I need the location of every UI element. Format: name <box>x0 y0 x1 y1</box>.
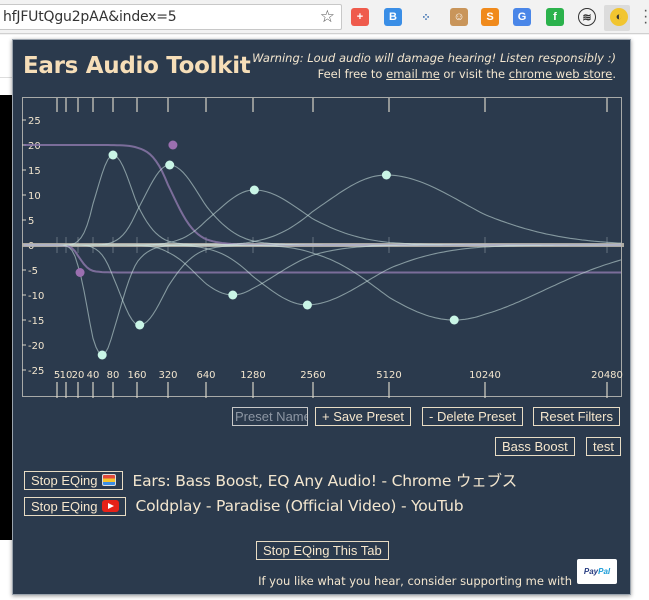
filter-handle-7[interactable] <box>249 185 259 195</box>
filter-curve-1 <box>24 244 621 274</box>
filter-curve-6 <box>24 244 621 296</box>
address-bar[interactable]: hfJFUtQgu2pAA&index=5 ☆ <box>0 4 342 30</box>
contact-line: Feel free to email me or visit the chrom… <box>252 66 616 82</box>
paypal-button[interactable]: Pay Pal <box>577 559 617 584</box>
ears-popup: Ears Audio Toolkit Warning: Loud audio w… <box>12 39 631 595</box>
chrome-web-store-link[interactable]: chrome web store <box>509 67 613 81</box>
browser-toolbar: hfJFUtQgu2pAA&index=5 ☆ + B ⁘ ☺ S Gf ≋ ◐ · · · <box>0 0 649 34</box>
filter-handle-9[interactable] <box>381 170 391 180</box>
y-tick-label: -25 <box>28 366 44 377</box>
stop-eqing-tab-button[interactable]: Stop EQing <box>24 496 126 516</box>
stop-eqing-label: Stop EQing <box>31 472 98 488</box>
x-tick-label: 20480 <box>591 370 623 381</box>
paypal-logo-pal: Pal <box>598 567 611 576</box>
x-tick-label: 2560 <box>300 370 325 381</box>
y-tick-label: 15 <box>28 166 41 177</box>
stop-eqing-tab-button[interactable]: Stop EQing <box>24 470 123 490</box>
filter-handle-2[interactable] <box>97 350 107 360</box>
x-tick-label: 40 <box>87 370 100 381</box>
y-tick-label: -5 <box>28 266 38 277</box>
filter-handle-1[interactable] <box>75 268 85 277</box>
filter-handle-3[interactable] <box>108 150 118 160</box>
y-tick-label: 10 <box>28 191 41 202</box>
y-tick-label: 20 <box>28 141 41 152</box>
x-tick-label: 10240 <box>469 370 501 381</box>
filter-curve-4 <box>24 244 621 326</box>
preset-test-button[interactable]: test <box>586 437 621 456</box>
youtube-favicon-icon <box>101 500 119 512</box>
warning-block: Warning: Loud audio will damage hearing!… <box>252 50 616 82</box>
feel-free-text: Feel free to <box>317 67 387 81</box>
eq-tab-row: Stop EQing Ears: Bass Boost, EQ Any Audi… <box>24 470 517 490</box>
bl-extension-icon[interactable]: B <box>384 8 402 26</box>
x-tick-label: 20 <box>72 370 85 381</box>
email-link[interactable]: email me <box>386 67 440 81</box>
x-tick-label: 1280 <box>240 370 265 381</box>
swirl-extension-icon[interactable]: S <box>481 8 499 26</box>
y-tick-label: 25 <box>28 116 41 127</box>
star-outline-icon[interactable]: ☆ <box>320 7 335 27</box>
app-title: Ears Audio Toolkit <box>23 53 251 79</box>
suffix-text: . <box>612 67 616 81</box>
paypal-logo-pay: Pay <box>583 567 599 576</box>
warning-text: Warning: Loud audio will damage hearing!… <box>252 51 616 65</box>
reset-filters-button[interactable]: Reset Filters <box>533 407 620 426</box>
y-tick-label: -15 <box>28 316 44 327</box>
wave-extension-icon[interactable]: ≋ <box>578 8 596 26</box>
support-text: If you like what you hear, consider supp… <box>258 574 572 588</box>
filter-handle-6[interactable] <box>228 290 238 300</box>
x-tick-label: 160 <box>127 370 146 381</box>
eq-graph[interactable]: 5 10 20 40 80 160 320 640 1280 2560 5120 10240 20480… <box>22 97 624 399</box>
filter-curve-9 <box>24 174 622 246</box>
preset-bass-boost-button[interactable]: Bass Boost <box>495 437 575 456</box>
y-tick-label: -10 <box>28 291 44 302</box>
save-preset-button[interactable]: + Save Preset <box>315 407 412 426</box>
x-tick-label: 320 <box>158 370 177 381</box>
delete-preset-button[interactable]: - Delete Preset <box>422 407 523 426</box>
filter-curve-7 <box>24 189 621 246</box>
filter-handle-5[interactable] <box>165 160 175 170</box>
eq-tab-row: Stop EQing Coldplay - Paradise (Official… <box>24 496 464 516</box>
filter-curve-2 <box>24 244 621 356</box>
filter-handle-8[interactable] <box>302 300 312 310</box>
preset-name-input[interactable]: Preset Name <box>232 407 308 426</box>
url-text: hfJFUtQgu2pAA&index=5 <box>3 9 177 25</box>
filter-handle-4[interactable] <box>135 320 145 330</box>
x-tick-label: 640 <box>196 370 215 381</box>
x-tick-label: 10 <box>60 370 73 381</box>
x-tick-label: 5120 <box>376 370 401 381</box>
filter-curve-10 <box>24 244 622 321</box>
stop-eqing-label: Stop EQing <box>31 498 98 514</box>
eq-graph-svg[interactable]: 5 10 20 40 80 160 320 640 1280 2560 5120 10240 20480… <box>22 97 624 399</box>
avatar-extension-icon[interactable]: ☺ <box>450 8 468 26</box>
page-divider <box>0 77 12 78</box>
filter-handle-0[interactable] <box>168 140 178 150</box>
filter-handle-10[interactable] <box>449 315 459 325</box>
translate-extension-icon[interactable]: G <box>513 8 531 26</box>
filter-curve-3 <box>24 154 621 246</box>
feedly-extension-icon[interactable]: f <box>546 8 564 26</box>
x-tick-label: 80 <box>107 370 120 381</box>
menu-dots-icon[interactable]: · · · <box>643 3 649 31</box>
tab-title: Ears: Bass Boost, EQ Any Audio! - Chrome… <box>132 472 518 490</box>
plus-extension-icon[interactable]: + <box>351 8 369 26</box>
ears-extension-icon[interactable]: ◐ <box>610 8 628 26</box>
stop-eqing-this-tab-button[interactable]: Stop EQing This Tab <box>256 541 389 560</box>
video-area <box>0 95 12 540</box>
chrome-web-store-favicon-icon <box>101 474 116 486</box>
middle-text: or visit the <box>439 67 509 81</box>
dots-extension-icon[interactable]: ⁘ <box>417 8 435 26</box>
tab-title: Coldplay - Paradise (Official Video) - Y… <box>135 497 464 515</box>
y-tick-label: -20 <box>28 341 44 352</box>
y-tick-label: 5 <box>28 216 34 227</box>
